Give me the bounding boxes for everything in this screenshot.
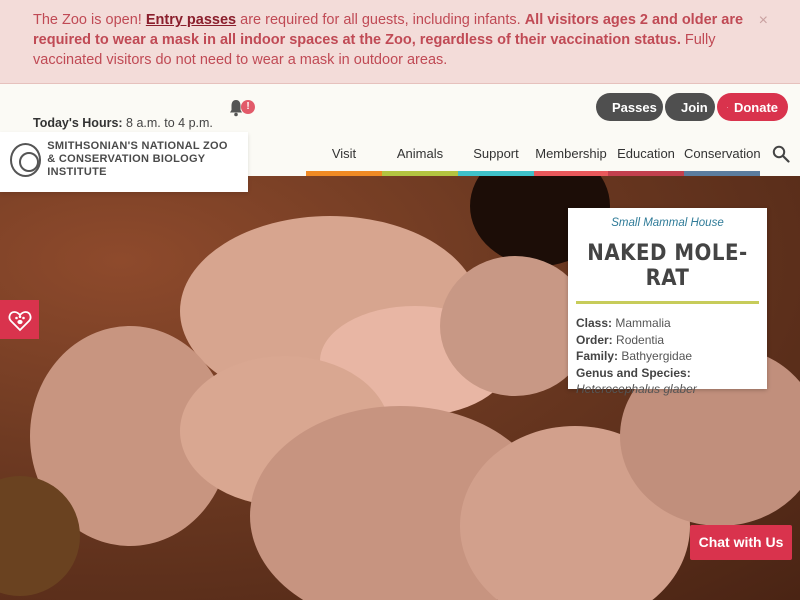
family-value: Bathyergidae (621, 349, 693, 363)
zoo-logo[interactable]: SMITHSONIAN'S NATIONAL ZOO & CONSERVATIO… (10, 140, 248, 179)
class-value: Mammalia (615, 316, 671, 330)
join-label: Join (681, 99, 708, 115)
divider (576, 301, 759, 304)
animal-finder-button[interactable] (0, 300, 39, 339)
todays-hours: Today's Hours: 8 a.m. to 4 p.m. (33, 116, 213, 130)
animal-name: NAKED MOLE-RAT (587, 241, 748, 291)
logo-line-2: & CONSERVATION BIOLOGY INSTITUTE (47, 153, 206, 178)
search-icon[interactable] (772, 145, 790, 163)
nav-underline-visit (306, 171, 382, 176)
class-label: Class: (576, 316, 613, 330)
notification-badge: ! (241, 100, 255, 114)
genus-value: Heterocephalus glaber (576, 382, 697, 396)
animal-info-card: Small Mammal House NAKED MOLE-RAT Class:… (568, 208, 767, 396)
passes-button[interactable]: Passes (596, 93, 663, 121)
order-label: Order: (576, 332, 613, 347)
join-button[interactable]: Join (665, 93, 715, 121)
alert-text-2: are required for all guests, including i… (236, 12, 525, 28)
close-alert-button[interactable]: × (759, 11, 768, 31)
hours-label: Today's Hours: (33, 116, 123, 130)
donate-label: Donate (733, 99, 778, 115)
family-label: Family: (576, 349, 619, 363)
nav-underline-animals (382, 171, 458, 176)
logo-text: SMITHSONIAN'S NATIONAL ZOO & CONSERVATIO… (47, 140, 248, 179)
paw-heart-icon (8, 310, 31, 331)
notifications-button[interactable]: ! (229, 98, 257, 120)
order-value: Rodentia (616, 332, 665, 347)
alert-banner: The Zoo is open! Entry passes are requir… (0, 0, 800, 84)
exhibit-location-link[interactable]: Small Mammal House (576, 217, 759, 229)
nav-underline-conservation (684, 171, 760, 176)
smithsonian-sun-logo-icon (10, 142, 42, 177)
hours-value: 8 a.m. to 4 p.m. (126, 116, 213, 130)
logo-card[interactable]: SMITHSONIAN'S NATIONAL ZOO & CONSERVATIO… (0, 132, 248, 192)
genus-row: Genus and Species: Heterocephalus glaber (576, 365, 759, 398)
passes-label: Passes (612, 99, 657, 115)
alert-text-1: The Zoo is open! (33, 12, 146, 28)
nav-underline-education (608, 171, 684, 176)
nav-underline-support (458, 171, 534, 176)
genus-label: Genus and Species: (576, 365, 691, 380)
logo-line-1: SMITHSONIAN'S NATIONAL ZOO (47, 140, 228, 152)
donate-button[interactable]: Donate (717, 93, 788, 121)
chat-with-us-button[interactable]: Chat with Us (690, 525, 792, 560)
class-row: Class: Mammalia (576, 315, 759, 332)
family-row: Family: Bathyergidae (576, 348, 759, 365)
entry-passes-link[interactable]: Entry passes (146, 12, 236, 28)
nav-underline-membership (534, 171, 608, 176)
order-row: Order: Rodentia (576, 332, 759, 349)
heart-icon (727, 106, 728, 108)
